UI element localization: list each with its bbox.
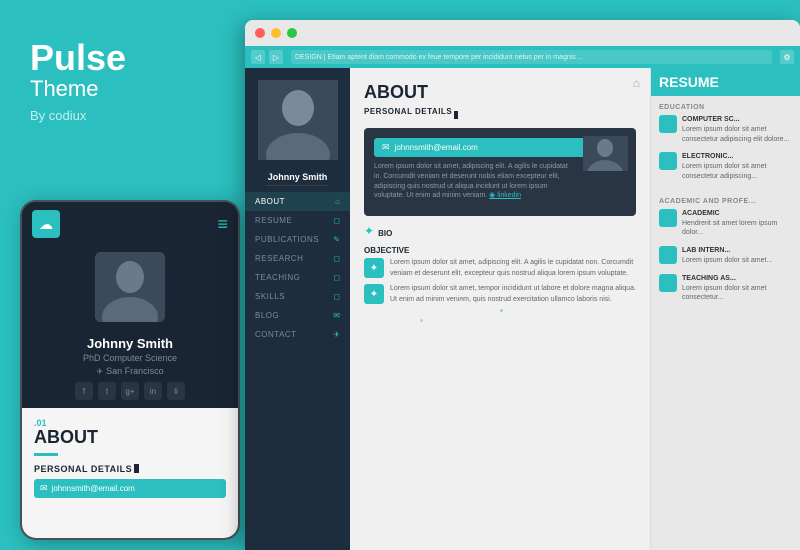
resume-text-2: ELECTRONIC... Lorem ipsum dolor sit amet… [682, 152, 792, 181]
resume-icon-4 [659, 246, 677, 264]
teach-icon: ◻ [333, 273, 340, 282]
url-bar[interactable]: DESIGN | Etiam aptent diam commodo ex fe… [291, 50, 772, 64]
bio-icon-box-1: ✦ [364, 258, 384, 278]
maximize-dot[interactable] [287, 28, 297, 38]
mobile-topbar: ☁ ≡ [22, 202, 238, 246]
contact-card: ✉ johnnsmith@email.com Lorem ipsum dolor… [364, 128, 636, 216]
blog-icon: ✉ [333, 311, 340, 320]
mobile-avatar-section [22, 246, 238, 332]
bio-item-2: ✦ Lorem ipsum dolor sit amet, tempor inc… [364, 284, 636, 305]
mobile-email-item: ✉ johnnsmith@email.com [34, 479, 226, 498]
resume-item-1: COMPUTER SC... Lorem ipsum dolor sit ame… [651, 115, 800, 152]
sidebar-item-skills[interactable]: SKILLS ◻ [245, 287, 350, 306]
mobile-location: ✈ San Francisco [22, 366, 238, 382]
sidebar-item-teaching[interactable]: TEACHING ◻ [245, 268, 350, 287]
browser-bar: ◁ ▷ DESIGN | Etiam aptent diam commodo e… [245, 46, 800, 68]
email-icon: ✉ [40, 483, 48, 494]
mobile-subtitle: PhD Computer Science [22, 353, 238, 366]
bio-title: BIO [378, 229, 392, 238]
left-branding-panel: Pulse Theme By codiux ☁ ≡ Johnny Smith P… [0, 0, 245, 550]
desktop-right-panel: RESUME EDUCATION COMPUTER SC... Lorem ip… [650, 68, 800, 550]
education-label: EDUCATION [651, 96, 800, 115]
bio-item-1: ✦ Lorem ipsum dolor sit amet, adipiscing… [364, 258, 636, 279]
resume-icon-1 [659, 115, 677, 133]
about-section: ABOUT PERSONAL DETAILS ✉ johnnsmith@emai… [350, 68, 650, 305]
resume-icon-2 [659, 152, 677, 170]
resume-icon-3 [659, 209, 677, 227]
sidebar-item-contact[interactable]: CONTACT ✈ [245, 325, 350, 344]
desktop-main: ⌂ ABOUT PERSONAL DETAILS ✉ johnnsmith@em… [350, 68, 650, 550]
resume-text-4: LAB INTERN... Lorem ipsum dolor sit amet… [682, 246, 772, 266]
minimize-dot[interactable] [271, 28, 281, 38]
twitter-icon[interactable]: t [98, 382, 116, 400]
resume-item-5: TEACHING AS... Lorem ipsum dolor sit ame… [651, 274, 800, 311]
desktop-mockup: ◁ ▷ DESIGN | Etiam aptent diam commodo e… [245, 20, 800, 550]
desktop-content: Johnny Smith ABOUT ⌂ RESUME ◻ PUBLICATIO… [245, 68, 800, 550]
desktop-sidebar-name: Johnny Smith [245, 172, 350, 185]
brand-by: By codiux [30, 108, 215, 123]
home-icon: ⌂ [335, 197, 340, 206]
academic-label: ACADEMIC AND PROFE... [651, 190, 800, 209]
research-icon: ◻ [333, 254, 340, 263]
facebook-icon[interactable]: f [75, 382, 93, 400]
resume-item-4: LAB INTERN... Lorem ipsum dolor sit amet… [651, 246, 800, 274]
contact-icon: ✈ [333, 330, 340, 339]
bio-icon: ✦ [364, 224, 374, 238]
sidebar-item-blog[interactable]: BLOG ✉ [245, 306, 350, 325]
resume-text-5: TEACHING AS... Lorem ipsum dolor sit ame… [682, 274, 792, 303]
brand-title: Pulse [30, 40, 215, 76]
cursor [454, 111, 458, 119]
sidebar-item-research[interactable]: RESEARCH ◻ [245, 249, 350, 268]
cursor [134, 464, 139, 473]
desktop-titlebar [245, 20, 800, 46]
sidebar-item-publications[interactable]: PUBLICATIONS ✎ [245, 230, 350, 249]
close-dot[interactable] [255, 28, 265, 38]
location-icon: ✈ [96, 367, 103, 376]
sidebar-item-about[interactable]: ABOUT ⌂ [245, 192, 350, 211]
resume-text-3: ACADEMIC Hendrerit sit amet lorem ipsum … [682, 209, 792, 238]
cloud-icon: ☁ [32, 210, 60, 238]
bio-text-2: Lorem ipsum dolor sit amet, tempor incid… [390, 284, 636, 305]
sidebar-divider [266, 185, 329, 186]
menu-icon[interactable]: ≡ [217, 214, 228, 235]
sidebar-item-resume[interactable]: RESUME ◻ [245, 211, 350, 230]
email-icon: ✉ [382, 142, 390, 153]
desktop-personal-details-label: PERSONAL DETAILS [364, 107, 636, 122]
bio-text-1: Lorem ipsum dolor sit amet, adipiscing e… [390, 258, 636, 279]
mobile-about-section: .01 ABOUT PERSONAL DETAILS ✉ johnnsmith@… [22, 408, 238, 538]
resume-text-1: COMPUTER SC... Lorem ipsum dolor sit ame… [682, 115, 792, 144]
instagram-icon[interactable]: in [144, 382, 162, 400]
forward-button[interactable]: ▷ [269, 50, 283, 64]
desktop-avatar [258, 80, 338, 160]
settings-icon[interactable]: ⚙ [780, 50, 794, 64]
desktop-section-title: ABOUT [364, 82, 636, 103]
mobile-name: Johnny Smith [22, 332, 238, 353]
avatar [95, 252, 165, 322]
contact-photo [583, 136, 628, 171]
google-icon[interactable]: g+ [121, 382, 139, 400]
skills-icon: ◻ [333, 292, 340, 301]
contact-link[interactable]: ◉ linkedin [489, 192, 521, 199]
personal-details-label: PERSONAL DETAILS [34, 464, 226, 474]
mobile-social-links: f t g+ in li [22, 382, 238, 408]
resume-title: RESUME [659, 74, 719, 90]
mobile-mockup: ☁ ≡ Johnny Smith PhD Computer Science ✈ … [20, 200, 240, 540]
pub-icon: ✎ [333, 235, 340, 244]
doc-icon: ◻ [333, 216, 340, 225]
desktop-sidebar: Johnny Smith ABOUT ⌂ RESUME ◻ PUBLICATIO… [245, 68, 350, 550]
main-home-icon: ⌂ [633, 76, 640, 90]
section-title: ABOUT [34, 428, 226, 448]
bio-section: ✦ BIO OBJECTIVE ✦ Lorem ipsum dolor sit … [364, 224, 636, 305]
brand-subtitle: Theme [30, 76, 215, 102]
bio-icon-box-2: ✦ [364, 284, 384, 304]
url-text: DESIGN | Etiam aptent diam commodo ex fe… [295, 54, 584, 61]
linkedin-icon[interactable]: li [167, 382, 185, 400]
section-divider [34, 453, 58, 456]
back-button[interactable]: ◁ [251, 50, 265, 64]
resume-item-2: ELECTRONIC... Lorem ipsum dolor sit amet… [651, 152, 800, 189]
resume-header: RESUME [651, 68, 800, 96]
resume-item-3: ACADEMIC Hendrerit sit amet lorem ipsum … [651, 209, 800, 246]
bio-subtitle: OBJECTIVE [364, 246, 636, 255]
resume-icon-5 [659, 274, 677, 292]
